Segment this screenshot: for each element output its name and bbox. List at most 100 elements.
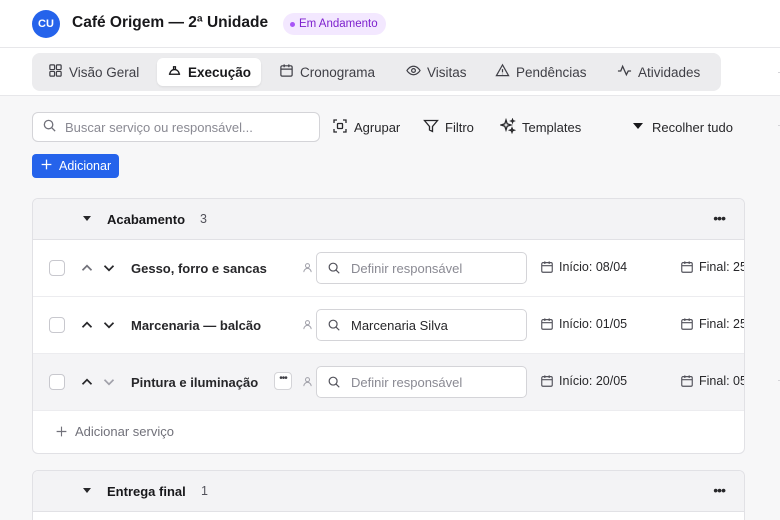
- table-row[interactable]: Pintura e iluminação ••• Definir respons…: [33, 354, 744, 411]
- search-icon: [328, 376, 340, 388]
- service-name[interactable]: Marcenaria — balcão: [131, 318, 269, 333]
- plus-icon: [40, 158, 53, 174]
- responsible-placeholder: Definir responsável: [351, 260, 463, 276]
- responsible-field[interactable]: Marcenaria Silva: [316, 309, 527, 341]
- tab-atividades[interactable]: Atividades: [607, 58, 710, 86]
- start-date-label: Início: 20/05: [559, 374, 628, 388]
- warning-icon: [495, 63, 510, 81]
- search-icon: [328, 319, 340, 331]
- calendar-icon: [681, 261, 693, 273]
- add-button[interactable]: Adicionar: [32, 154, 120, 178]
- responsible-field[interactable]: Definir responsável: [316, 366, 527, 398]
- group-button[interactable]: Agrupar: [332, 118, 400, 137]
- tab-label: Visitas: [427, 64, 467, 80]
- calendar-icon: [681, 375, 693, 387]
- person-icon: [303, 320, 312, 330]
- avatar-initials: CU: [38, 18, 54, 30]
- row-checkbox[interactable]: [49, 374, 65, 390]
- end-date-label: Final: 05: [699, 374, 745, 388]
- end-date-label: Final: 25: [699, 260, 745, 274]
- person-icon: [303, 377, 312, 387]
- calendar-icon: [279, 63, 294, 81]
- templates-button[interactable]: Templates: [498, 117, 582, 137]
- service-group-entrega-final: Entrega final 1 •••: [32, 470, 745, 520]
- group-count: 3: [200, 212, 207, 226]
- calendar-icon: [541, 375, 553, 387]
- templates-label: Templates: [522, 120, 582, 135]
- tab-pendencias[interactable]: Pendências: [485, 58, 597, 86]
- plus-icon: [56, 426, 67, 437]
- caret-down-icon[interactable]: [83, 216, 91, 221]
- hard-hat-icon: [167, 63, 182, 81]
- tab-visitas[interactable]: Visitas: [396, 58, 477, 86]
- move-down-icon[interactable]: [100, 316, 118, 334]
- tab-execucao[interactable]: Execução: [157, 58, 262, 86]
- row-checkbox[interactable]: [49, 260, 65, 276]
- tab-bar: Visão Geral Execução Cronograma Visitas …: [32, 53, 721, 91]
- search-icon: [328, 262, 340, 274]
- search-icon: [42, 118, 57, 136]
- activity-icon: [617, 63, 632, 81]
- group-header[interactable]: Acabamento 3 •••: [33, 199, 744, 240]
- group-count: 1: [201, 484, 208, 498]
- end-date[interactable]: Final: 25: [680, 260, 745, 274]
- group-icon: [332, 118, 348, 137]
- responsible-placeholder: Definir responsável: [351, 374, 463, 390]
- end-date-label: Final: 25: [699, 317, 745, 331]
- end-date[interactable]: Final: 05: [680, 374, 745, 388]
- responsible-value: Marcenaria Silva: [351, 317, 448, 333]
- filter-icon: [423, 118, 439, 137]
- tab-label: Execução: [188, 64, 252, 80]
- collapse-all-button[interactable]: Recolher tudo: [630, 118, 733, 137]
- group-name: Entrega final: [107, 484, 186, 499]
- table-row[interactable]: Gesso, forro e sancas Definir responsáve…: [33, 240, 744, 297]
- start-date[interactable]: Início: 20/05: [540, 374, 627, 388]
- person-icon: [303, 263, 312, 273]
- tab-label: Atividades: [638, 64, 701, 80]
- group-header[interactable]: Entrega final 1 •••: [33, 471, 744, 512]
- filter-label: Filtro: [445, 120, 474, 135]
- start-date-label: Início: 01/05: [559, 317, 628, 331]
- caret-down-icon[interactable]: [83, 488, 91, 493]
- group-name: Acabamento: [107, 212, 186, 227]
- tab-visao-geral[interactable]: Visão Geral: [38, 58, 149, 86]
- calendar-icon: [681, 318, 693, 330]
- move-down-icon[interactable]: [100, 373, 118, 391]
- grid-icon: [48, 63, 63, 81]
- eye-icon: [406, 63, 421, 81]
- service-name[interactable]: Gesso, forro e sancas: [131, 261, 269, 276]
- start-date-label: Início: 08/04: [559, 260, 628, 274]
- service-name[interactable]: Pintura e iluminação: [131, 375, 261, 390]
- page-title: Café Origem — 2ª Unidade: [72, 14, 269, 31]
- filter-button[interactable]: Filtro: [423, 118, 474, 137]
- responsible-field[interactable]: Definir responsável: [316, 252, 527, 284]
- end-date[interactable]: Final: 25: [680, 317, 745, 331]
- tab-label: Cronograma: [300, 64, 376, 80]
- tab-cronograma[interactable]: Cronograma: [269, 58, 385, 86]
- move-down-icon[interactable]: [100, 259, 118, 277]
- tab-label: Visão Geral: [69, 64, 140, 80]
- service-group-acabamento: Acabamento 3 ••• Gesso, forro e sancas D…: [32, 198, 745, 454]
- add-service-label: Adicionar serviço: [75, 424, 174, 439]
- status-badge: Em Andamento: [283, 13, 386, 35]
- table-row[interactable]: Marcenaria — balcão Marcenaria Silva Iní…: [33, 297, 744, 354]
- more-options-icon[interactable]: •••: [713, 211, 726, 225]
- row-more-button[interactable]: •••: [274, 372, 292, 390]
- caret-down-icon: [630, 118, 646, 137]
- search-box[interactable]: [32, 112, 320, 142]
- move-up-icon[interactable]: [78, 316, 96, 334]
- add-label: Adicionar: [59, 159, 112, 173]
- tab-bar-container: Visão Geral Execução Cronograma Visitas …: [0, 48, 780, 96]
- add-service-button[interactable]: Adicionar serviço: [33, 411, 744, 452]
- row-checkbox[interactable]: [49, 317, 65, 333]
- tab-label: Pendências: [516, 64, 587, 80]
- search-input[interactable]: [65, 119, 305, 135]
- move-up-icon[interactable]: [78, 373, 96, 391]
- start-date[interactable]: Início: 08/04: [540, 260, 627, 274]
- start-date[interactable]: Início: 01/05: [540, 317, 627, 331]
- more-options-icon[interactable]: •••: [713, 483, 726, 497]
- move-up-icon[interactable]: [78, 259, 96, 277]
- project-header: CU Café Origem — 2ª Unidade Em Andamento: [0, 0, 780, 48]
- sparkles-icon: [498, 117, 517, 137]
- avatar[interactable]: CU: [32, 10, 60, 38]
